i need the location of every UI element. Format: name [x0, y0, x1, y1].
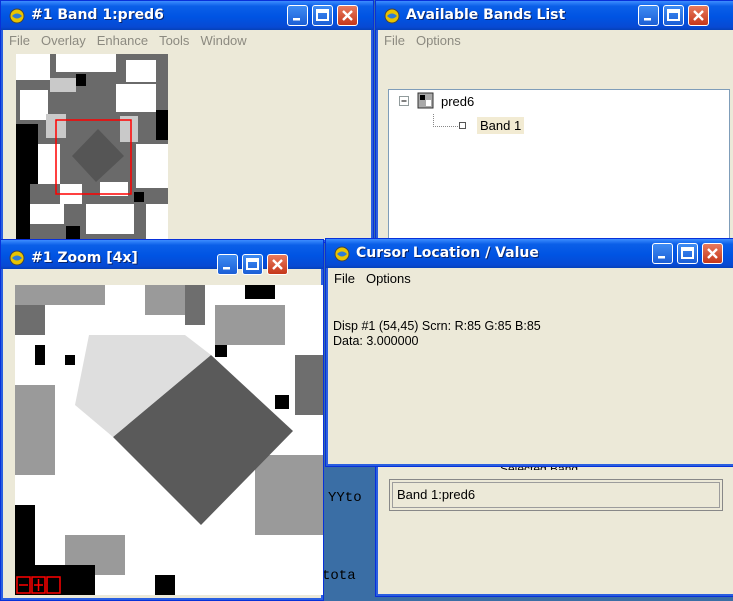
overview-image[interactable] [16, 54, 168, 240]
menu-file[interactable]: File [329, 268, 361, 286]
tree-collapse-icon[interactable] [399, 96, 411, 108]
close-icon [272, 259, 283, 270]
close-button[interactable] [688, 5, 709, 26]
maximize-icon [667, 9, 680, 21]
minimize-button[interactable] [638, 5, 659, 26]
minimize-button[interactable] [217, 254, 238, 275]
minimize-icon [293, 18, 300, 21]
menu-overlay[interactable]: Overlay [36, 30, 92, 48]
image-window-titlebar[interactable]: #1 Band 1:pred6 [1, 1, 373, 30]
band-image-icon [417, 92, 434, 109]
menu-window[interactable]: Window [195, 30, 252, 48]
tree-connector [433, 114, 458, 127]
maximize-icon [681, 247, 694, 259]
minimize-icon [658, 256, 665, 259]
bg-text-yyto: YYto [328, 490, 362, 506]
zoom-image[interactable] [15, 285, 323, 595]
menu-options[interactable]: Options [411, 30, 467, 48]
zoom-window: #1 Zoom [4x] [0, 239, 324, 601]
minimize-button[interactable] [287, 5, 308, 26]
minimize-icon [644, 18, 651, 21]
cursor-display-line: Disp #1 (54,45) Scrn: R:85 G:85 B:85 [333, 319, 541, 333]
selected-band-value: Band 1:pred6 [397, 487, 476, 502]
cursor-window-menubar: File Options [329, 268, 733, 290]
cursor-window: Cursor Location / Value File Options Disp… [325, 238, 733, 467]
zoom-window-title: #1 Zoom [4x] [31, 250, 138, 266]
envi-globe-icon [9, 8, 25, 24]
maximize-button[interactable] [663, 5, 684, 26]
image-window-menubar: File Overlay Enhance Tools Window [4, 30, 370, 52]
minimize-button[interactable] [652, 243, 673, 264]
zoom-window-titlebar[interactable]: #1 Zoom [4x] [1, 240, 323, 275]
image-window-title: #1 Band 1:pred6 [31, 7, 164, 23]
cursor-window-title: Cursor Location / Value [356, 245, 539, 261]
envi-globe-icon [384, 8, 400, 24]
menu-options[interactable]: Options [361, 268, 417, 286]
close-icon [693, 10, 704, 21]
minimize-icon [223, 267, 230, 270]
bands-window-titlebar[interactable]: Available Bands List [376, 1, 733, 30]
menu-enhance[interactable]: Enhance [92, 30, 154, 48]
selected-band-field: Band 1:pred6 [389, 479, 723, 511]
overview-raster [16, 54, 168, 240]
cursor-data-line: Data: 3.000000 [333, 334, 419, 348]
close-icon [707, 248, 718, 259]
close-button[interactable] [337, 5, 358, 26]
maximize-button[interactable] [312, 5, 333, 26]
band-leaf-icon [459, 122, 466, 129]
menu-file[interactable]: File [379, 30, 411, 48]
maximize-icon [246, 258, 259, 270]
cursor-value-text: Disp #1 (54,45) Scrn: R:85 G:85 B:85 Dat… [333, 319, 541, 349]
maximize-button[interactable] [677, 243, 698, 264]
bg-text-tota: tota [322, 568, 356, 584]
band-tree: pred6 Band 1 [388, 89, 730, 251]
close-button[interactable] [702, 243, 723, 264]
envi-globe-icon [9, 250, 25, 266]
close-icon [342, 10, 353, 21]
tree-band-label[interactable]: Band 1 [477, 117, 525, 134]
zoom-raster [15, 285, 323, 595]
bands-window-title: Available Bands List [406, 7, 566, 23]
menu-file[interactable]: File [4, 30, 36, 48]
maximize-button[interactable] [242, 254, 263, 275]
close-button[interactable] [267, 254, 288, 275]
cursor-window-titlebar[interactable]: Cursor Location / Value [326, 239, 733, 268]
maximize-icon [316, 9, 329, 21]
image-window: #1 Band 1:pred6 File Overlay Enhance Tools W… [0, 0, 374, 243]
bands-window-menubar: File Options [379, 30, 733, 52]
menu-tools[interactable]: Tools [154, 30, 195, 48]
tree-file-label[interactable]: pred6 [441, 94, 474, 109]
envi-globe-icon [334, 246, 350, 262]
